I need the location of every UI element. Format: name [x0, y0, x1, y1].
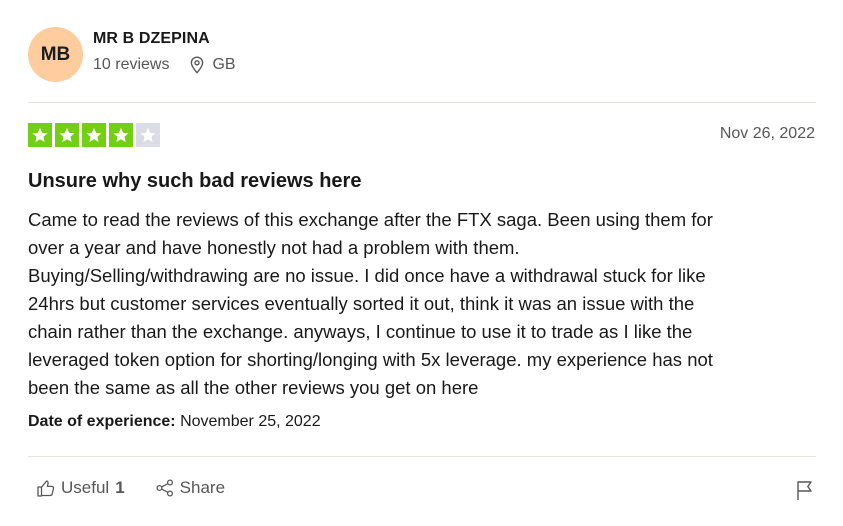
divider [28, 456, 816, 457]
location-pin-icon [191, 56, 204, 74]
reviewer-header: MB MR B DZEPINA 10 reviews GB [28, 27, 236, 82]
review-body: Came to read the reviews of this exchang… [28, 206, 818, 402]
share-label: Share [179, 478, 226, 497]
thumbs-up-icon [37, 480, 55, 497]
review-body-line: Buying/Selling/withdrawing are no issue.… [28, 265, 706, 286]
report-button[interactable] [795, 479, 815, 506]
useful-count: 1 [115, 478, 125, 497]
flag-icon [797, 481, 812, 500]
review-date: Nov 26, 2022 [719, 125, 815, 142]
reviewer-meta: 10 reviews GB [93, 56, 236, 74]
review-body-line: leveraged token option for shorting/long… [28, 349, 713, 370]
experience-date: November 25, 2022 [180, 413, 321, 430]
star-icon [55, 123, 79, 147]
share-icon [156, 479, 173, 497]
reviewer-info: MR B DZEPINA 10 reviews GB [93, 30, 236, 74]
star-rating [28, 123, 163, 147]
reviewer-name[interactable]: MR B DZEPINA [93, 30, 236, 48]
review-body-line: 24hrs but customer services eventually s… [28, 293, 695, 314]
star-icon [136, 123, 160, 147]
review-body-line: been the same as all the other reviews y… [28, 377, 479, 398]
country-code: GB [212, 56, 236, 73]
star-icon [82, 123, 106, 147]
star-icon [109, 123, 133, 147]
review-title[interactable]: Unsure why such bad reviews here [28, 170, 361, 193]
date-of-experience: Date of experience: November 25, 2022 [28, 413, 321, 431]
reviewer-location: GB [189, 56, 236, 74]
review-body-line: Came to read the reviews of this exchang… [28, 209, 713, 230]
divider [28, 102, 816, 103]
useful-button[interactable]: Useful 1 [36, 478, 125, 498]
review-body-line: over a year and have honestly not had a … [28, 237, 520, 258]
review-body-line: chain rather than the exchange. anyways,… [28, 321, 693, 342]
share-button[interactable]: Share [155, 478, 225, 498]
useful-label: Useful [61, 478, 110, 497]
avatar[interactable]: MB [28, 27, 83, 82]
experience-label: Date of experience: [28, 413, 176, 430]
reviews-count: 10 reviews [93, 56, 170, 73]
star-icon [28, 123, 52, 147]
review-actions: Useful 1 Share [36, 478, 255, 498]
